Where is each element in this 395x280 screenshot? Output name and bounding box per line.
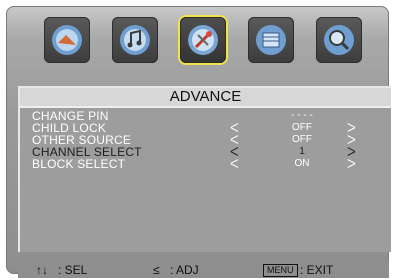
menu-tab-channel[interactable] bbox=[248, 17, 294, 63]
menu-tab-picture[interactable] bbox=[44, 17, 90, 63]
setting-row-block-select[interactable]: BLOCK SELECT ᐸ ON ᐳ bbox=[32, 158, 382, 170]
menu-icon-row bbox=[6, 6, 389, 78]
osd-frame: ADVANCE CHANGE PIN - - - - CHILD LOCK ᐸ … bbox=[0, 0, 395, 280]
search-icon bbox=[324, 25, 354, 55]
adjust-hint-icon: ≤ bbox=[153, 263, 160, 277]
setting-value: OFF bbox=[292, 122, 312, 133]
setup-icon bbox=[188, 25, 218, 55]
setting-value: OFF bbox=[292, 134, 312, 145]
sound-icon bbox=[120, 25, 150, 55]
select-hint-label: : SEL bbox=[58, 263, 88, 277]
setting-value: ON bbox=[294, 158, 310, 169]
settings-list: CHANGE PIN - - - - CHILD LOCK ᐸ OFF ᐳ OT… bbox=[32, 110, 382, 170]
exit-hint-label: : EXIT bbox=[300, 263, 334, 277]
setting-value: 1 bbox=[299, 146, 305, 157]
setting-label: BLOCK SELECT bbox=[32, 157, 126, 171]
footer-hints: ↑↓ : SEL ≤ : ADJ MENU : EXIT bbox=[18, 260, 389, 278]
menu-key-badge: MENU bbox=[263, 264, 298, 277]
select-hint-icon: ↑↓ bbox=[36, 263, 48, 277]
menu-tab-sound[interactable] bbox=[112, 17, 158, 63]
setting-value: - - - - bbox=[291, 110, 313, 121]
arrow-right-icon[interactable]: ᐳ bbox=[347, 158, 356, 170]
adjust-hint-label: : ADJ bbox=[170, 263, 199, 277]
menu-tab-setup[interactable] bbox=[180, 17, 226, 63]
channel-icon bbox=[256, 25, 286, 55]
osd-window: ADVANCE CHANGE PIN - - - - CHILD LOCK ᐸ … bbox=[6, 6, 391, 278]
picture-icon bbox=[52, 25, 82, 55]
arrow-left-icon[interactable]: ᐸ bbox=[230, 158, 239, 170]
menu-tab-search[interactable] bbox=[316, 17, 362, 63]
panel-title: ADVANCE bbox=[20, 88, 391, 108]
advance-panel: ADVANCE CHANGE PIN - - - - CHILD LOCK ᐸ … bbox=[18, 86, 391, 252]
